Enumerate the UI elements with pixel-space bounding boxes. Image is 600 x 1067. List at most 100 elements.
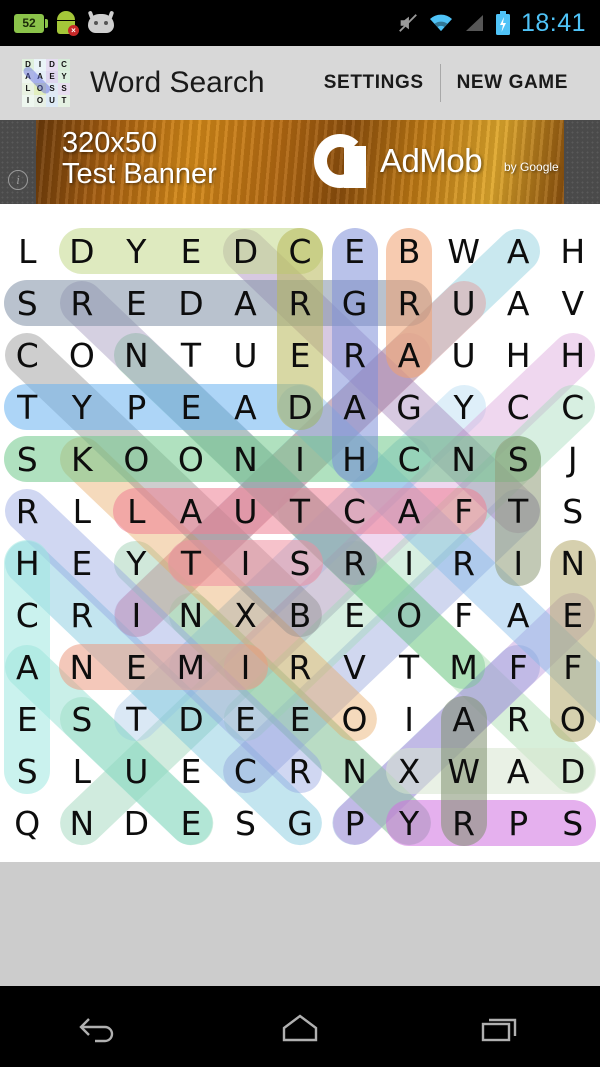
grid-cell[interactable]: S <box>0 745 55 797</box>
grid-cell[interactable]: I <box>382 537 437 589</box>
grid-cell[interactable]: P <box>491 797 546 849</box>
grid-cell[interactable]: A <box>164 485 219 537</box>
grid-cell[interactable]: R <box>382 277 437 329</box>
grid-cell[interactable]: I <box>109 589 164 641</box>
grid-cell[interactable]: C <box>0 329 55 381</box>
grid-cell[interactable]: S <box>55 693 110 745</box>
grid-cell[interactable]: H <box>491 329 546 381</box>
grid-cell[interactable]: A <box>491 225 546 277</box>
grid-cell[interactable]: T <box>164 537 219 589</box>
grid-cell[interactable]: N <box>545 537 600 589</box>
grid-cell[interactable]: O <box>55 329 110 381</box>
grid-cell[interactable]: F <box>436 589 491 641</box>
grid-cell[interactable]: E <box>164 381 219 433</box>
grid-cell[interactable]: A <box>491 589 546 641</box>
grid-cell[interactable]: E <box>545 589 600 641</box>
grid-cell[interactable]: F <box>545 641 600 693</box>
grid-cell[interactable]: C <box>0 589 55 641</box>
grid-cell[interactable]: R <box>273 641 328 693</box>
letter-grid[interactable]: LDYEDCEBWAHSREDARGRUAVCONTUERAUHHTYPEADA… <box>0 225 600 849</box>
grid-cell[interactable]: C <box>491 381 546 433</box>
grid-cell[interactable]: E <box>0 693 55 745</box>
grid-cell[interactable]: U <box>218 485 273 537</box>
grid-cell[interactable]: E <box>273 693 328 745</box>
grid-cell[interactable]: C <box>273 225 328 277</box>
grid-cell[interactable]: R <box>273 277 328 329</box>
grid-cell[interactable]: E <box>109 277 164 329</box>
grid-cell[interactable]: P <box>109 381 164 433</box>
grid-cell[interactable]: K <box>55 433 110 485</box>
grid-cell[interactable]: N <box>109 329 164 381</box>
grid-cell[interactable]: W <box>436 745 491 797</box>
grid-cell[interactable]: A <box>327 381 382 433</box>
grid-cell[interactable]: N <box>436 433 491 485</box>
grid-cell[interactable]: V <box>545 277 600 329</box>
grid-cell[interactable]: R <box>0 485 55 537</box>
ad-info-button[interactable]: i <box>0 120 36 204</box>
grid-cell[interactable]: L <box>55 485 110 537</box>
grid-cell[interactable]: E <box>109 641 164 693</box>
grid-cell[interactable]: D <box>273 381 328 433</box>
grid-cell[interactable]: D <box>545 745 600 797</box>
grid-cell[interactable]: B <box>382 225 437 277</box>
grid-cell[interactable]: C <box>545 381 600 433</box>
grid-cell[interactable]: R <box>273 745 328 797</box>
grid-cell[interactable]: I <box>273 433 328 485</box>
grid-cell[interactable]: S <box>0 433 55 485</box>
grid-cell[interactable]: Q <box>0 797 55 849</box>
grid-cell[interactable]: R <box>55 277 110 329</box>
grid-cell[interactable]: D <box>109 797 164 849</box>
grid-cell[interactable]: T <box>382 641 437 693</box>
grid-cell[interactable]: E <box>327 589 382 641</box>
grid-cell[interactable]: E <box>164 745 219 797</box>
grid-cell[interactable]: A <box>436 693 491 745</box>
grid-cell[interactable]: N <box>327 745 382 797</box>
grid-cell[interactable]: L <box>109 485 164 537</box>
grid-cell[interactable]: S <box>0 277 55 329</box>
grid-cell[interactable]: E <box>164 225 219 277</box>
new-game-button[interactable]: NEW GAME <box>441 72 584 94</box>
grid-cell[interactable]: U <box>218 329 273 381</box>
grid-cell[interactable]: F <box>436 485 491 537</box>
grid-cell[interactable]: S <box>491 433 546 485</box>
grid-cell[interactable]: L <box>0 225 55 277</box>
grid-cell[interactable]: B <box>273 589 328 641</box>
grid-cell[interactable]: O <box>164 433 219 485</box>
grid-cell[interactable]: D <box>55 225 110 277</box>
grid-cell[interactable]: N <box>55 641 110 693</box>
grid-cell[interactable]: S <box>545 485 600 537</box>
grid-cell[interactable]: P <box>327 797 382 849</box>
grid-cell[interactable]: N <box>164 589 219 641</box>
home-button[interactable] <box>240 986 360 1067</box>
grid-cell[interactable]: I <box>382 693 437 745</box>
grid-cell[interactable]: E <box>273 329 328 381</box>
back-button[interactable] <box>40 986 160 1067</box>
grid-cell[interactable]: D <box>164 693 219 745</box>
grid-cell[interactable]: A <box>491 277 546 329</box>
recents-button[interactable] <box>440 986 560 1067</box>
grid-cell[interactable]: R <box>327 329 382 381</box>
grid-cell[interactable]: I <box>491 537 546 589</box>
grid-cell[interactable]: C <box>218 745 273 797</box>
grid-cell[interactable]: T <box>491 485 546 537</box>
grid-cell[interactable]: A <box>382 329 437 381</box>
grid-cell[interactable]: U <box>436 277 491 329</box>
grid-cell[interactable]: T <box>164 329 219 381</box>
grid-cell[interactable]: G <box>327 277 382 329</box>
grid-cell[interactable]: S <box>545 797 600 849</box>
grid-cell[interactable]: N <box>218 433 273 485</box>
grid-cell[interactable]: M <box>436 641 491 693</box>
grid-cell[interactable]: N <box>55 797 110 849</box>
grid-cell[interactable]: O <box>327 693 382 745</box>
grid-cell[interactable]: R <box>55 589 110 641</box>
grid-cell[interactable]: T <box>0 381 55 433</box>
settings-button[interactable]: SETTINGS <box>308 72 440 94</box>
grid-cell[interactable]: I <box>218 537 273 589</box>
grid-cell[interactable]: H <box>545 329 600 381</box>
grid-cell[interactable]: M <box>164 641 219 693</box>
grid-cell[interactable]: A <box>491 745 546 797</box>
grid-cell[interactable]: J <box>545 433 600 485</box>
grid-cell[interactable]: U <box>436 329 491 381</box>
grid-cell[interactable]: H <box>545 225 600 277</box>
grid-cell[interactable]: S <box>218 797 273 849</box>
